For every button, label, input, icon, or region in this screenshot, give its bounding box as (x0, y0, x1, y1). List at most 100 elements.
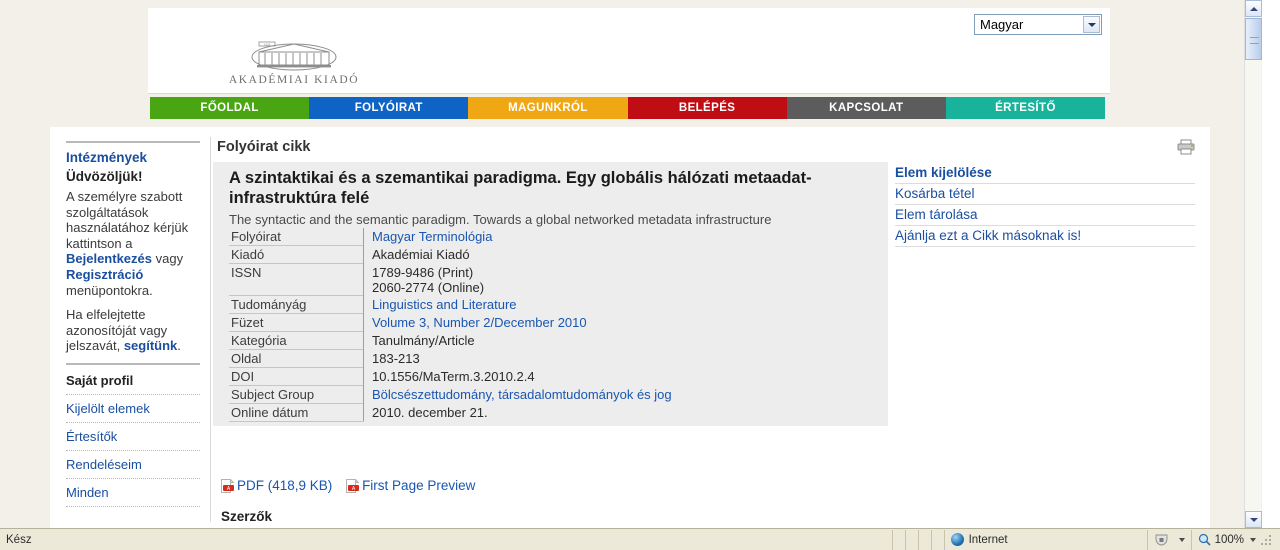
table-row: Folyóirat Magyar Terminológia (229, 228, 889, 246)
chevron-down-icon (1250, 518, 1258, 522)
sidebar-divider-profile (66, 362, 200, 365)
status-zoom[interactable]: 100% (1190, 529, 1280, 550)
pdf-icon: A (346, 479, 360, 493)
nav-item-fooldal[interactable]: FŐOLDAL (150, 97, 310, 119)
chevron-down-icon (1250, 537, 1256, 542)
nav-item-magunkrol[interactable]: MAGUNKRÓL (468, 97, 628, 119)
nav-item-folyoirat[interactable]: FOLYÓIRAT (309, 97, 469, 119)
brand-name: AKADÉMIAI KIADÓ (228, 74, 360, 86)
chevron-up-icon (1250, 7, 1258, 11)
status-zoom-label: 100% (1214, 533, 1244, 546)
globe-icon (950, 533, 964, 546)
meta-key: Kiadó (229, 245, 364, 264)
status-cell-1 (891, 529, 905, 550)
sidebar-intro-text: A személyre szabott szolgáltatások haszn… (66, 189, 200, 298)
nav-item-ertesito[interactable]: ÉRTESÍTŐ (945, 97, 1106, 119)
status-zone[interactable]: Internet (943, 529, 1147, 550)
meta-value: 1789-9486 (Print) 2060-2774 (Online) (372, 264, 485, 295)
meta-value: Linguistics and Literature (364, 296, 890, 314)
download-row: A PDF (418,9 KB) A First Page Preview (221, 478, 873, 493)
resize-grip[interactable] (1260, 532, 1274, 547)
pdf-download-link[interactable]: A PDF (418,9 KB) (221, 478, 332, 493)
status-zone-label: Internet (968, 533, 1008, 546)
sidebar-item-all[interactable]: Minden (66, 483, 200, 502)
svg-text:1828: 1828 (264, 42, 271, 46)
status-text: Kész (6, 533, 32, 546)
status-protected-mode[interactable] (1146, 529, 1191, 550)
sidebar-dotted-2 (66, 421, 200, 423)
sidebar-dotted-3 (66, 449, 200, 451)
intro-after: menüpontokra. (66, 282, 153, 298)
meta-link-journal[interactable]: Magyar Terminológia (372, 229, 492, 244)
table-row: Kiadó Akadémiai Kiadó (229, 245, 889, 264)
chevron-down-icon[interactable] (1083, 16, 1100, 33)
page-title: Folyóirat cikk (217, 139, 311, 155)
main-column: Folyóirat cikk A szintaktikai és a szema… (213, 139, 888, 528)
sidebar-dotted-5 (66, 505, 200, 507)
sidebar-item-orders[interactable]: Rendeléseim (66, 455, 200, 474)
site-header: Magyar 1828 AKADÉMIAI KIADÓ (148, 8, 1110, 94)
meta-key: Oldal (229, 349, 364, 368)
nav-item-belepes[interactable]: BELÉPÉS (627, 97, 787, 119)
print-row (895, 139, 1195, 159)
sidebar-vertical-divider (210, 137, 211, 522)
meta-value: Magyar Terminológia (364, 228, 890, 246)
meta-key: Kategória (229, 331, 364, 350)
meta-key: DOI (229, 367, 364, 386)
sidebar-item-marked[interactable]: Kijelölt elemek (66, 399, 200, 418)
meta-value: Tanulmány/Article (372, 332, 475, 348)
sidebar-item-institutions[interactable]: Intézmények (66, 150, 200, 165)
scrollbar-thumb[interactable] (1245, 18, 1262, 60)
action-recommend[interactable]: Ajánlja ezt a Cikk másoknak is! (895, 226, 1195, 247)
table-row: Subject Group Bölcsészettudomány, társad… (229, 385, 889, 404)
shield-icon (1155, 534, 1168, 546)
action-save-item[interactable]: Elem tárolása (895, 205, 1195, 226)
intro-before: A személyre szabott szolgáltatások haszn… (66, 189, 189, 251)
pdf-icon: A (221, 479, 234, 493)
intro-or: vagy (152, 251, 184, 267)
main-nav: FŐOLDAL FOLYÓIRAT MAGUNKRÓL BELÉPÉS KAPC… (150, 97, 1106, 119)
language-selector-wrap: Magyar (974, 14, 1102, 36)
record-box: A szintaktikai és a szemantikai paradigm… (213, 162, 888, 426)
meta-link-subject[interactable]: Linguistics and Literature (372, 297, 517, 312)
meta-key: Subject Group (229, 385, 364, 404)
page-canvas: Magyar 1828 AKADÉMIAI KIADÓ FŐOLDAL FOLY… (0, 0, 1262, 528)
sidebar-link-help[interactable]: segítünk (124, 338, 177, 353)
first-page-preview-link[interactable]: A First Page Preview (346, 478, 475, 493)
sidebar-welcome-heading: Üdvözöljük! (66, 169, 143, 184)
browser-viewport: Magyar 1828 AKADÉMIAI KIADÓ FŐOLDAL FOLY… (0, 0, 1280, 550)
vertical-scrollbar[interactable] (1244, 0, 1262, 528)
meta-value: 183-213 (372, 350, 420, 366)
brand-block[interactable]: 1828 AKADÉMIAI KIADÓ (214, 38, 374, 86)
meta-link-subject-group[interactable]: Bölcsészettudomány, társadalomtudományok… (372, 387, 672, 402)
meta-key: ISSN (229, 263, 364, 296)
action-select-item[interactable]: Elem kijelölése (895, 163, 1195, 184)
status-cell-4 (930, 529, 944, 550)
metadata-table: Folyóirat Magyar Terminológia Kiadó Akad… (229, 228, 889, 422)
authors-heading: Szerzők (221, 509, 273, 524)
chevron-down-icon (1178, 537, 1185, 542)
table-row: Tudományág Linguistics and Literature (229, 295, 890, 314)
sidebar-divider-top (66, 141, 200, 143)
action-add-to-cart[interactable]: Kosárba tétel (895, 184, 1195, 205)
meta-key: Folyóirat (229, 228, 364, 246)
language-select[interactable]: Magyar (974, 14, 1102, 35)
akademiai-kiado-logo-icon: 1828 (251, 41, 337, 71)
meta-key: Tudományág (229, 295, 364, 314)
right-column: Elem kijelölése Kosárba tétel Elem tárol… (895, 139, 1195, 247)
meta-value: 2010. december 21. (372, 404, 488, 420)
nav-item-kapcsolat[interactable]: KAPCSOLAT (786, 97, 946, 119)
sidebar-section-my-profile: Saját profil (66, 372, 134, 388)
actions-list: Elem kijelölése Kosárba tétel Elem tárol… (895, 163, 1195, 247)
magnifier-icon (1198, 533, 1211, 546)
sidebar-forgot-text: Ha elfelejtette azonosítóját vagy jelsza… (66, 307, 200, 354)
scroll-up-button[interactable] (1245, 0, 1262, 17)
print-icon[interactable] (1177, 139, 1195, 155)
sidebar-item-alerts[interactable]: Értesítők (66, 427, 200, 446)
meta-value: 10.1556/MaTerm.3.2010.2.4 (372, 368, 535, 384)
scroll-down-button[interactable] (1245, 511, 1262, 528)
sidebar-link-register[interactable]: Regisztráció (66, 267, 143, 282)
meta-link-issue[interactable]: Volume 3, Number 2/December 2010 (372, 315, 587, 330)
meta-value: Akadémiai Kiadó (372, 246, 470, 262)
sidebar-link-login[interactable]: Bejelentkezés (66, 251, 152, 266)
